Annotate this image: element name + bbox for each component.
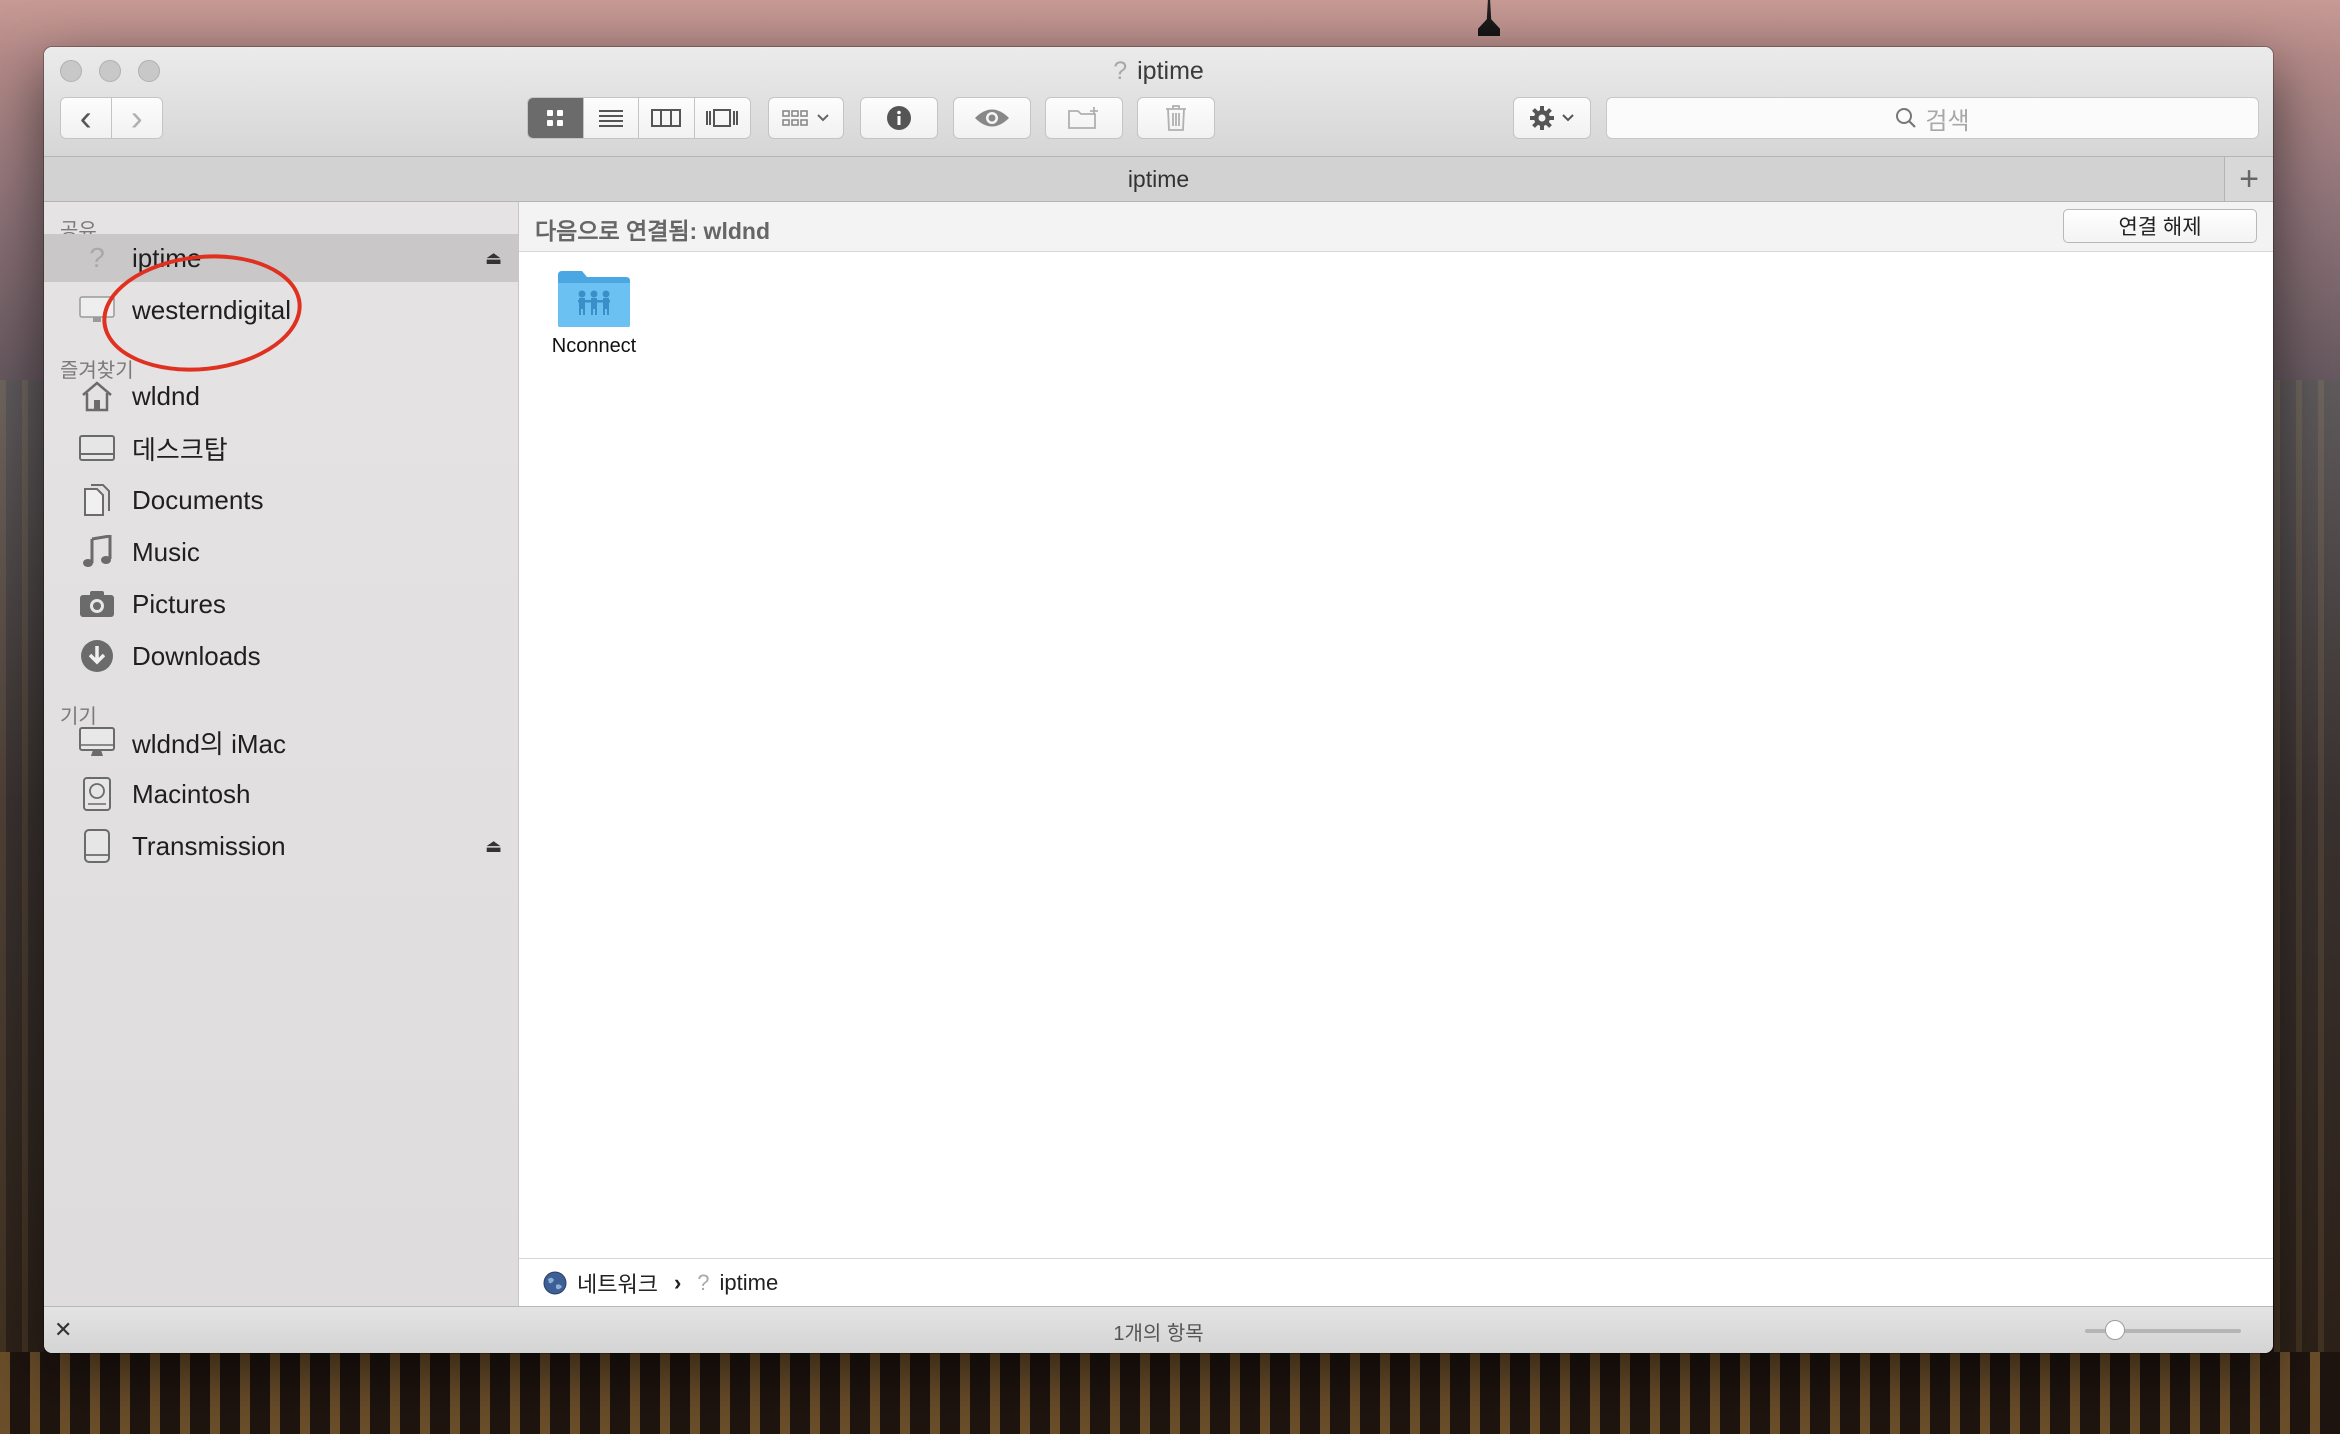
chevron-down-icon [817, 114, 829, 122]
titlebar: ? iptime ‹ › 검색 [44, 47, 2273, 157]
window-title: ? iptime [1113, 57, 1204, 85]
sidebar-item-macintosh[interactable]: Macintosh [44, 770, 518, 818]
music-icon [78, 533, 116, 571]
chevron-right-icon: › [130, 97, 143, 138]
eye-icon [975, 109, 1009, 127]
search-field[interactable]: 검색 [1606, 97, 2259, 139]
shared-folder-icon [558, 271, 630, 327]
group-grid-icon [782, 110, 808, 126]
tab-bar: iptime + [44, 157, 2273, 202]
group-by-button[interactable] [768, 97, 844, 139]
sidebar-item-wldnd[interactable]: wldnd [44, 372, 518, 420]
sidebar-item-label: wldnd의 iMac [132, 728, 286, 759]
path-iptime[interactable]: iptime [720, 1270, 779, 1296]
sidebar-item-label: Music [132, 536, 200, 567]
chevron-down-icon [1562, 114, 1574, 122]
sidebar-item-label: Pictures [132, 588, 226, 619]
wallpaper-city-right [2274, 380, 2340, 1434]
eject-icon[interactable]: ⏏ [485, 248, 502, 269]
item-count: 1개의 항목 [1113, 1323, 1204, 1345]
sidebar-item-downloads[interactable]: Downloads [44, 632, 518, 680]
new-tab-button[interactable]: + [2224, 157, 2273, 201]
back-button[interactable]: ‹ [61, 98, 112, 138]
file-item-nconnect[interactable]: Nconnect [539, 267, 649, 358]
finder-window: ? iptime ‹ › 검색 iptime + 공유 ? iptime ⏏ w… [44, 47, 2273, 1353]
imac-icon [78, 723, 116, 761]
sidebar-item-label: 데스크탑 [132, 434, 228, 465]
forward-button[interactable]: › [111, 97, 162, 138]
home-icon [78, 377, 116, 415]
connected-as-label: 다음으로 연결됨: wldnd [535, 218, 770, 244]
question-server-icon: ? [697, 1269, 710, 1295]
icon-view-button[interactable] [528, 98, 584, 138]
question-server-icon: ? [1113, 57, 1128, 85]
gallery-view-button[interactable] [694, 98, 750, 138]
list-view-button[interactable] [583, 98, 639, 138]
wallpaper-tower [1478, 0, 1500, 36]
column-view-button[interactable] [639, 98, 695, 138]
new-folder-button[interactable] [1045, 97, 1123, 139]
quick-look-button[interactable] [953, 97, 1031, 139]
wallpaper-city-bottom [0, 1352, 2340, 1434]
icon-size-slider[interactable] [2085, 1320, 2241, 1340]
gallery-icon [706, 109, 739, 127]
external-drive-icon [78, 827, 116, 865]
connection-bar: 다음으로 연결됨: wldnd 연결 해제 [519, 202, 2273, 252]
columns-icon [651, 109, 682, 127]
question-server-icon: ? [89, 242, 105, 273]
nav-buttons: ‹ › [60, 97, 163, 139]
sidebar-item-label: Macintosh [132, 778, 251, 809]
sidebar-item-imac[interactable]: wldnd의 iMac [44, 718, 518, 766]
search-icon [1896, 108, 1917, 128]
eject-icon[interactable]: ⏏ [485, 836, 502, 857]
sidebar-item-label: Transmission [132, 830, 286, 861]
network-globe-icon [543, 1271, 567, 1294]
desktop-icon [78, 429, 116, 467]
grid-icon [547, 110, 564, 126]
info-icon [887, 106, 911, 130]
sidebar-item-desktop[interactable]: 데스크탑 [44, 424, 518, 472]
sidebar-item-label: Documents [132, 484, 264, 515]
sidebar-item-label: wldnd [132, 380, 200, 411]
get-info-button[interactable] [860, 97, 938, 139]
sidebar-item-pictures[interactable]: Pictures [44, 580, 518, 628]
path-separator: › [673, 1269, 682, 1295]
chevron-left-icon: ‹ [79, 97, 92, 138]
status-bar: ✕ 1개의 항목 [44, 1306, 2273, 1353]
new-folder-icon [1068, 107, 1098, 129]
disconnect-button[interactable]: 연결 해제 [2063, 209, 2257, 243]
trash-icon [1166, 105, 1186, 131]
action-menu-button[interactable] [1513, 97, 1591, 139]
sidebar-item-music[interactable]: Music [44, 528, 518, 576]
sidebar: 공유 ? iptime ⏏ westerndigital 즐겨찾기 wldnd [44, 202, 519, 1306]
path-network[interactable]: 네트워크 [577, 1267, 658, 1299]
plus-icon: + [2239, 159, 2259, 198]
documents-icon [78, 481, 116, 519]
gear-icon [1530, 106, 1554, 130]
hard-drive-icon [78, 775, 116, 813]
sidebar-item-documents[interactable]: Documents [44, 476, 518, 524]
view-mode-control [527, 97, 751, 139]
tab-iptime[interactable]: iptime [1128, 166, 1189, 193]
camera-icon [78, 585, 116, 623]
content-area: 다음으로 연결됨: wldnd 연결 해제 Nconnect 네트워크 › ? … [519, 202, 2273, 1306]
wallpaper-city-left [0, 380, 44, 1434]
list-icon [598, 110, 623, 127]
download-icon [78, 637, 116, 675]
search-placeholder: 검색 [1925, 107, 1970, 135]
sidebar-item-label: Downloads [132, 640, 261, 671]
file-name: Nconnect [551, 335, 637, 357]
path-bar: 네트워크 › ? iptime [519, 1258, 2273, 1306]
move-to-trash-button[interactable] [1137, 97, 1215, 139]
sidebar-item-transmission[interactable]: Transmission ⏏ [44, 822, 518, 870]
